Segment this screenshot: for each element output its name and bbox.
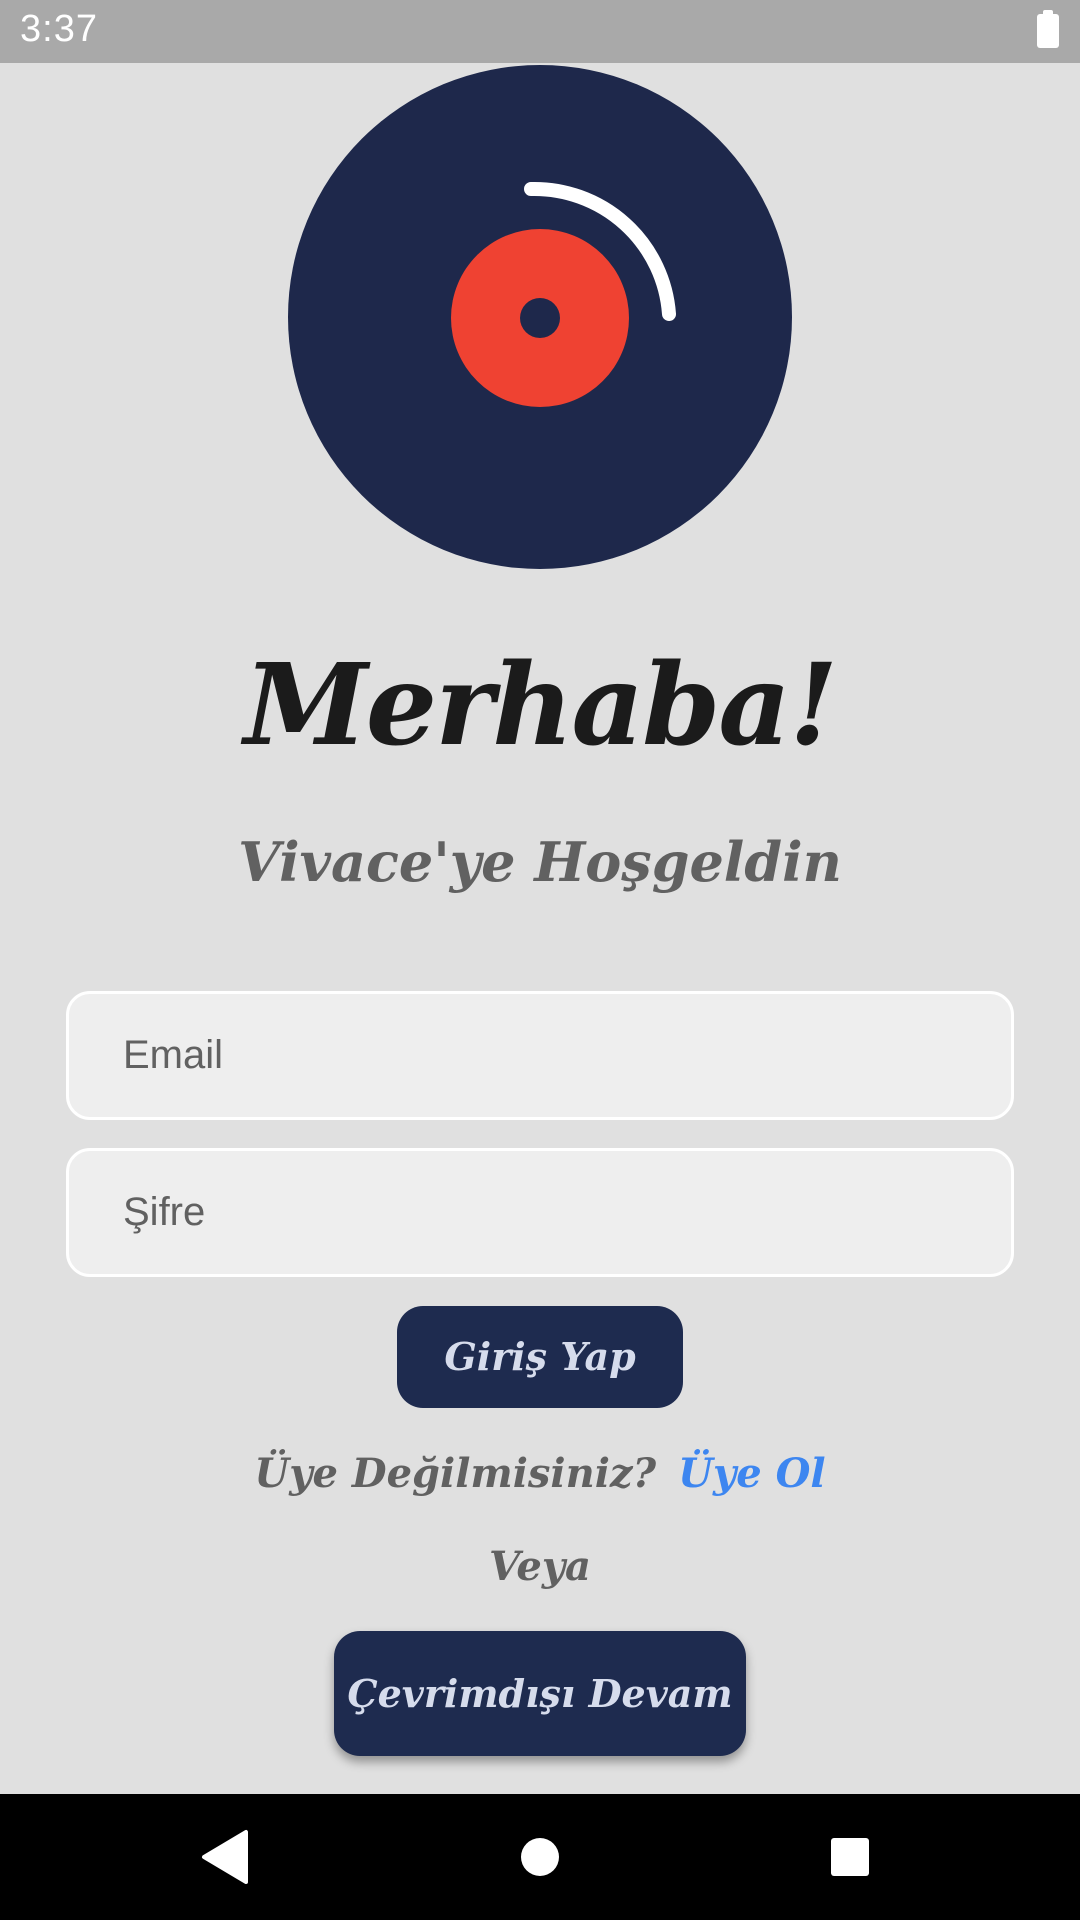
recents-square-icon[interactable] [815, 1822, 885, 1892]
status-time: 3:37 [20, 8, 98, 50]
email-field[interactable] [66, 991, 1014, 1120]
signup-link[interactable]: Üye Ol [678, 1450, 826, 1497]
record-hole [520, 298, 560, 338]
battery-icon [1037, 10, 1059, 48]
back-triangle-icon[interactable] [190, 1822, 260, 1892]
password-field[interactable] [66, 1148, 1014, 1277]
offline-continue-button[interactable]: Çevrimdışı Devam Et [334, 1631, 746, 1841]
navigation-bar [0, 1794, 1080, 1920]
vinyl-record-icon [288, 65, 792, 569]
status-bar: 3:37 [0, 0, 1080, 63]
home-circle-icon[interactable] [505, 1822, 575, 1892]
page-title: Merhaba! [243, 640, 838, 771]
or-label: Veya [489, 1543, 591, 1590]
signup-prompt: Üye Değilmisiniz? [254, 1450, 657, 1497]
page-subtitle: Vivace'ye Hoşgeldin [238, 830, 842, 894]
signup-row: Üye Değilmisiniz? Üye Ol [0, 1450, 1080, 1497]
login-button[interactable]: Giriş Yap [397, 1306, 683, 1408]
